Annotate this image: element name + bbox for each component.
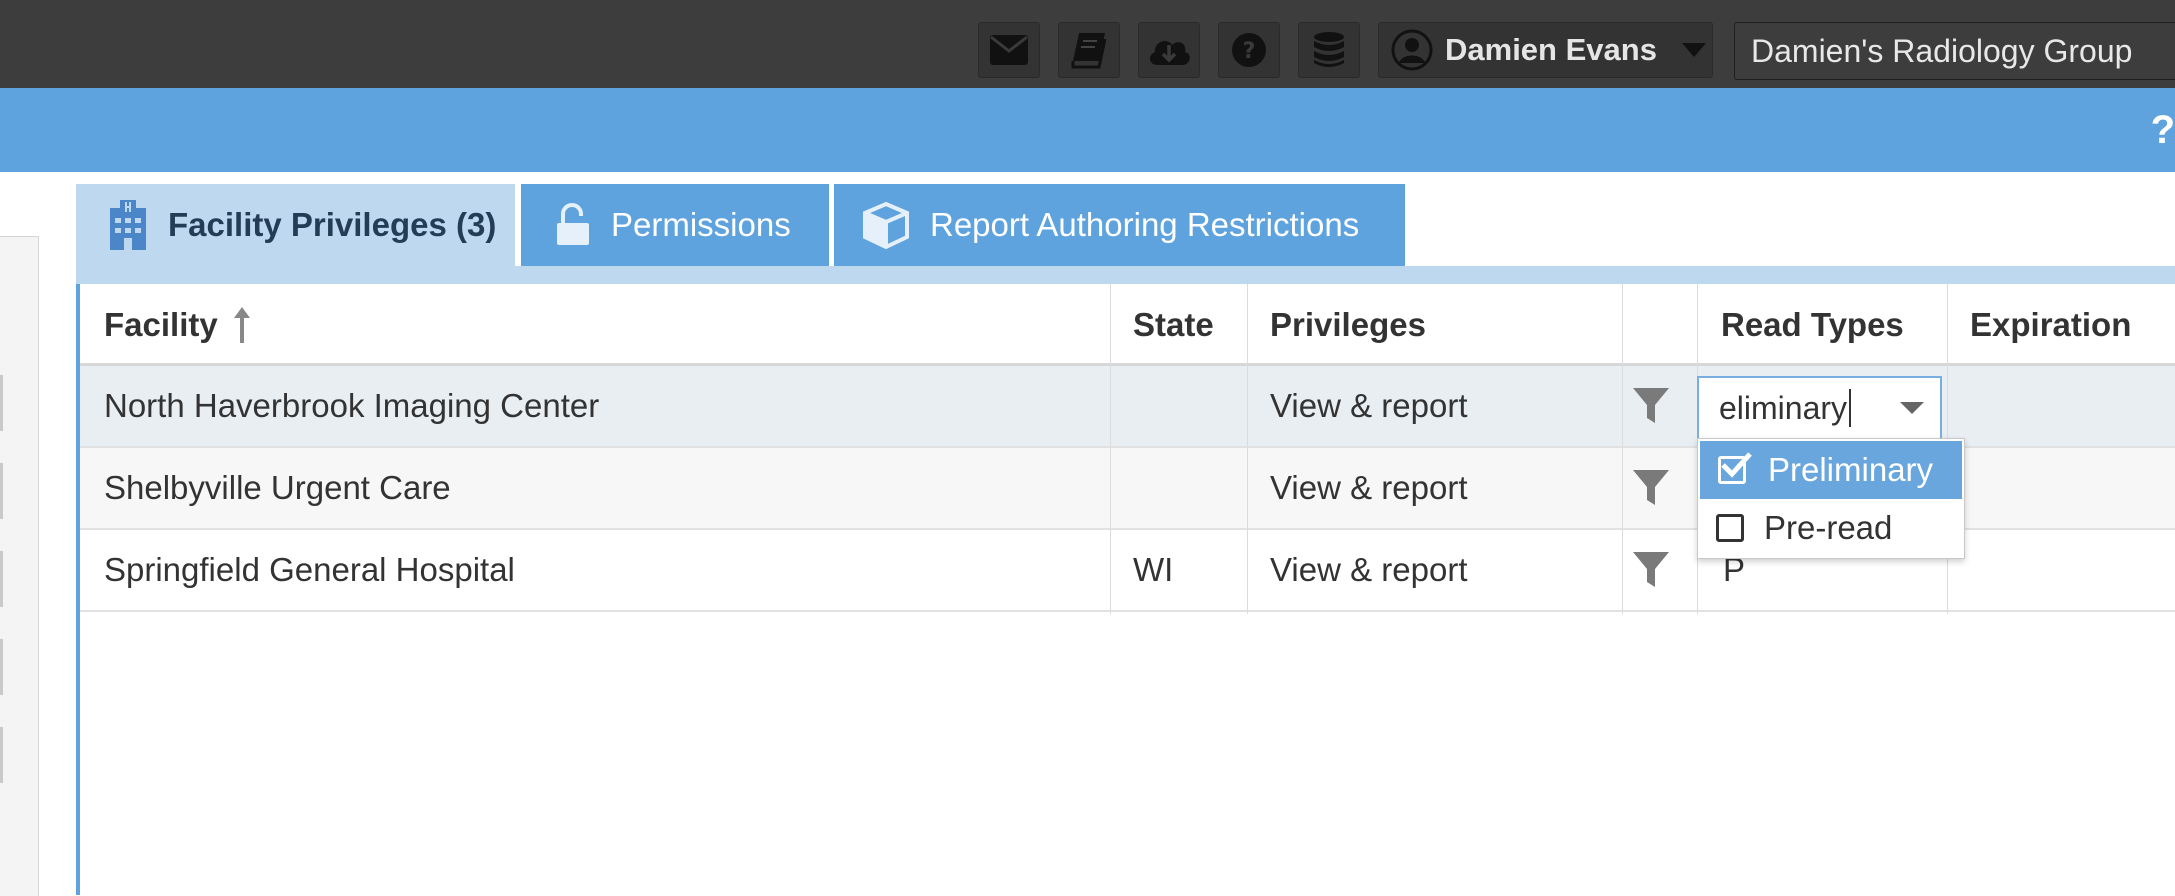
read-types-multiselect[interactable]: eliminary	[1697, 376, 1942, 440]
tab-facility-privileges-label: Facility Privileges (3)	[168, 206, 497, 243]
option-label: Preliminary	[1768, 451, 1934, 488]
left-pane-item[interactable]	[0, 727, 3, 783]
top-navigation-bar: ? Damien Evans Damien's Radiology Group	[0, 0, 2175, 88]
tab-strip-underline	[76, 266, 2175, 284]
user-avatar-icon	[1391, 29, 1433, 71]
left-pane-item[interactable]	[0, 463, 3, 519]
option-pre-read[interactable]: Pre-read	[1700, 499, 1962, 557]
column-header-expiration[interactable]: Expiration	[1970, 284, 2131, 366]
left-pane-item[interactable]	[0, 551, 3, 607]
cube-icon	[863, 201, 909, 249]
column-header-read-types[interactable]: Read Types	[1721, 284, 1904, 366]
text-cursor	[1849, 389, 1852, 427]
tab-report-authoring-restrictions[interactable]: Report Authoring Restrictions	[834, 184, 1405, 266]
state-cell: WI	[1133, 551, 1174, 588]
privileges-cell: View & report	[1270, 469, 1468, 506]
documentation-button[interactable]	[1058, 22, 1120, 78]
privileges-cell: View & report	[1270, 387, 1468, 424]
filter-button[interactable]	[1632, 366, 1670, 446]
column-divider	[1110, 284, 1111, 614]
download-button[interactable]	[1138, 22, 1200, 78]
database-icon	[1314, 32, 1344, 67]
column-header-facility[interactable]: Facility	[104, 284, 252, 366]
database-button[interactable]	[1298, 22, 1360, 78]
sort-ascending-icon	[233, 307, 250, 343]
read-types-dropdown-list: Preliminary Pre-read	[1697, 438, 1965, 559]
user-name: Damien Evans	[1445, 32, 1657, 67]
organization-name: Damien's Radiology Group	[1751, 32, 2133, 69]
chevron-down-icon	[1681, 43, 1706, 57]
option-preliminary[interactable]: Preliminary	[1700, 441, 1962, 499]
facility-cell: North Haverbrook Imaging Center	[104, 387, 600, 424]
column-header-facility-label: Facility	[104, 306, 218, 343]
filter-icon	[1633, 552, 1669, 587]
hospital-building-icon	[110, 200, 146, 250]
left-pane-item[interactable]	[0, 639, 3, 695]
column-divider	[1622, 284, 1623, 614]
tab-report-authoring-restrictions-label: Report Authoring Restrictions	[930, 206, 1360, 243]
checkbox-checked-icon[interactable]	[1718, 452, 1752, 484]
unlock-icon	[557, 203, 589, 245]
cloud-download-icon	[1149, 41, 1190, 65]
filter-button[interactable]	[1632, 530, 1670, 610]
facility-cell: Springfield General Hospital	[104, 551, 515, 588]
filter-button[interactable]	[1632, 448, 1670, 528]
user-menu[interactable]: Damien Evans	[1378, 22, 1713, 78]
tab-facility-privileges[interactable]: Facility Privileges (3)	[76, 184, 515, 266]
option-label: Pre-read	[1764, 509, 1893, 546]
column-header-privileges[interactable]: Privileges	[1270, 284, 1426, 366]
filter-icon	[1633, 388, 1669, 423]
filter-icon	[1633, 470, 1669, 505]
banner-help-icon[interactable]: ?	[2151, 108, 2175, 153]
dropdown-arrow-icon[interactable]	[1900, 402, 1924, 414]
facility-cell: Shelbyville Urgent Care	[104, 469, 451, 506]
organization-selector[interactable]: Damien's Radiology Group	[1734, 22, 2175, 80]
help-circle-icon: ?	[1232, 33, 1266, 67]
left-pane-item[interactable]	[0, 375, 3, 431]
envelope-icon	[990, 35, 1028, 65]
read-types-input-text[interactable]: eliminary	[1719, 390, 1847, 427]
book-icon	[1071, 33, 1107, 69]
tab-permissions[interactable]: Permissions	[521, 184, 829, 266]
checkbox-unchecked-icon[interactable]	[1716, 514, 1744, 542]
help-button[interactable]: ?	[1218, 22, 1280, 78]
privileges-cell: View & report	[1270, 551, 1468, 588]
page-banner: ?	[0, 88, 2175, 172]
left-pane	[0, 236, 39, 896]
column-divider	[1247, 284, 1248, 614]
svg-text:?: ?	[1243, 39, 1256, 64]
messages-button[interactable]	[978, 22, 1040, 78]
column-header-state[interactable]: State	[1133, 284, 1214, 366]
table-header: Facility State Privileges Read Types Exp…	[80, 284, 2175, 366]
tab-permissions-label: Permissions	[611, 206, 791, 243]
